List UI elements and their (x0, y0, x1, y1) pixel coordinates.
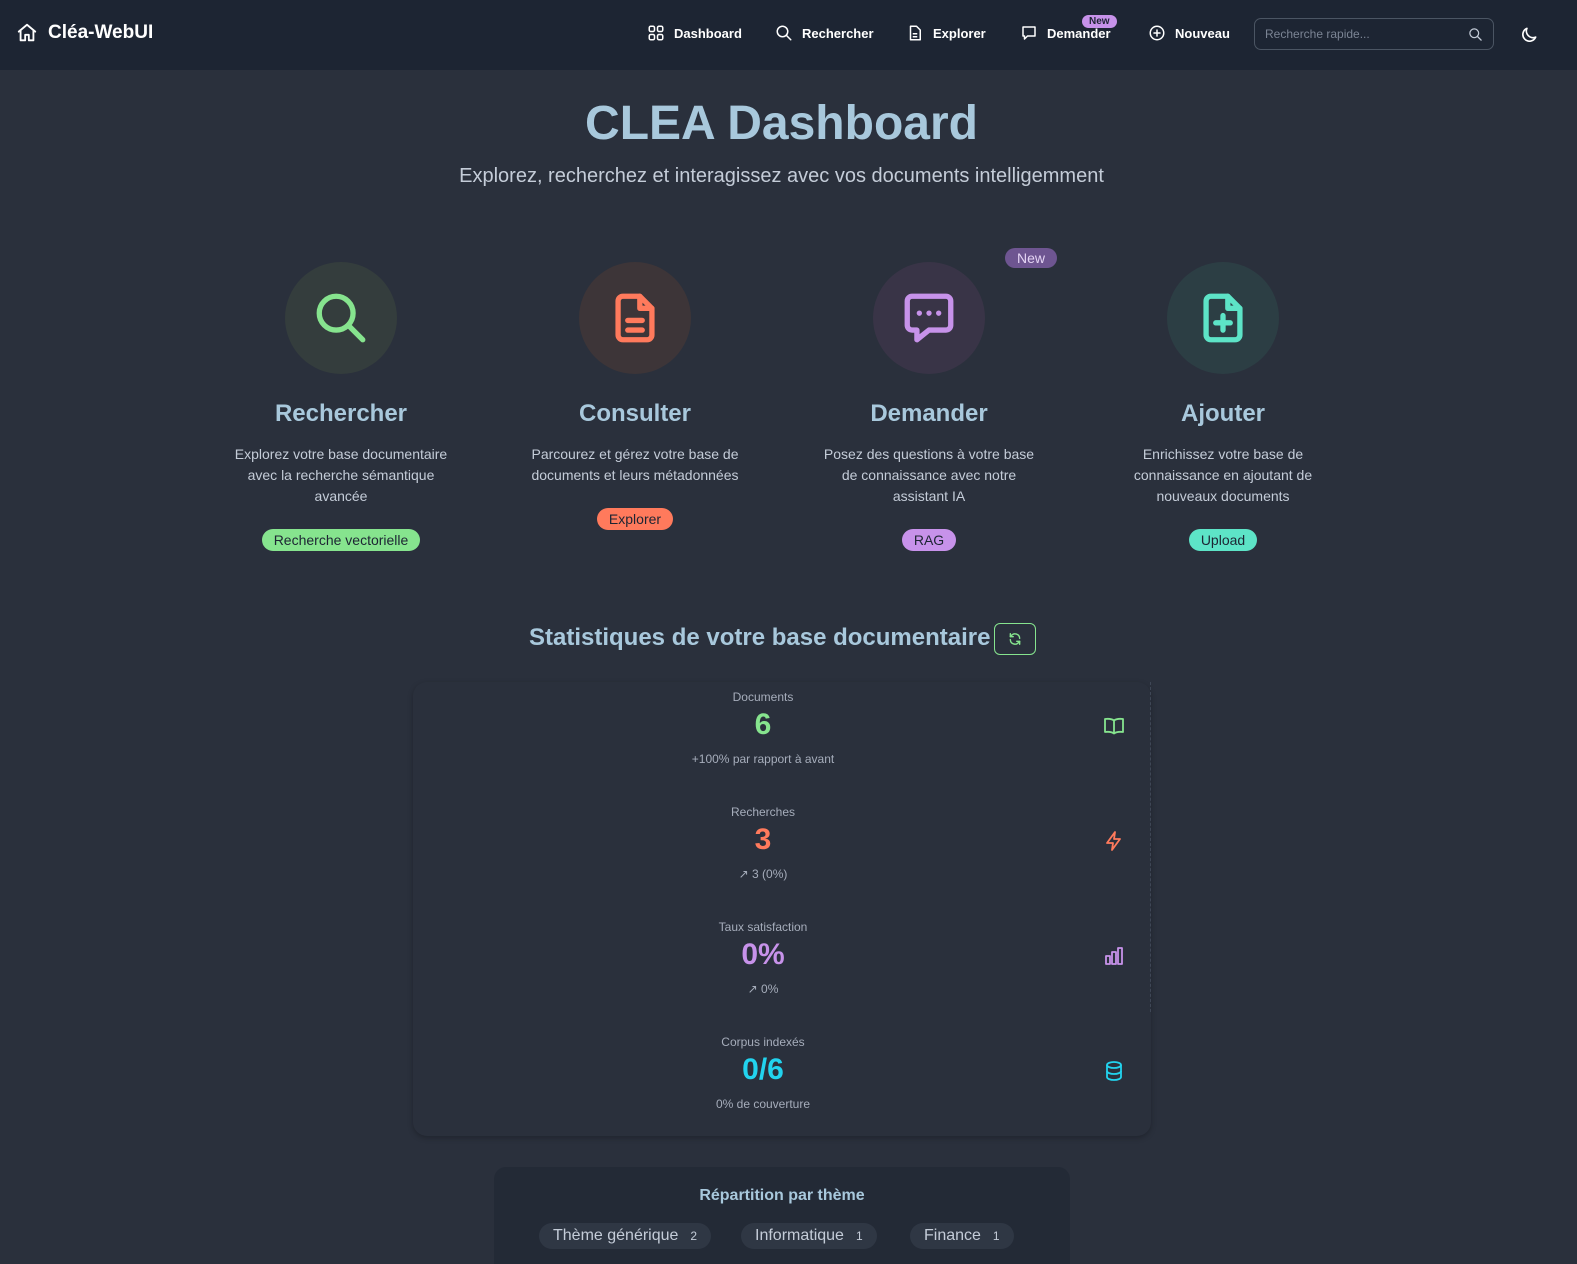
document-icon (909, 25, 921, 41)
plus-circle-icon (1149, 25, 1165, 41)
themes-panel: Répartition par thème Thème générique 2 … (494, 1167, 1070, 1264)
theme-chip[interactable]: Thème générique 2 (539, 1223, 712, 1249)
feature-icon-circle (579, 262, 691, 374)
stat-desc: ↗ 3 (0%) (738, 867, 788, 881)
feature-description: Posez des questions à votre base de conn… (823, 446, 1035, 504)
stat-value: 0/6 (742, 1053, 784, 1086)
stat-recherches: Recherches 3 ↗ 3 (0%) (413, 797, 1151, 913)
nav-dashboard-label: Dashboard (674, 25, 742, 41)
feature-badge-explorer[interactable]: Explorer (596, 508, 674, 530)
stat-desc: +100% par rapport à avant (691, 752, 835, 766)
page-title: CLEA Dashboard (585, 97, 978, 150)
search-icon (316, 293, 366, 343)
quick-search (1254, 18, 1494, 50)
stat-taux-satisfaction: Taux satisfaction 0% ↗ 0% (413, 912, 1151, 1028)
document-icon (615, 293, 655, 343)
feature-description: Enrichissez votre base de connaissance e… (1133, 446, 1313, 504)
stats-panel: Documents 6 +100% par rapport à avant Re… (413, 682, 1151, 1136)
feature-card-consulter[interactable]: Consulter Parcourez et gérez votre base … (515, 262, 755, 530)
feature-title: Consulter (578, 400, 691, 427)
brand-link[interactable]: Cléa-WebUI (16, 22, 153, 44)
feature-card-demander[interactable]: Demander Posez des questions à votre bas… (809, 262, 1049, 551)
theme-count: 1 (855, 1229, 863, 1243)
feature-icon-circle (873, 262, 985, 374)
feature-icon-circle (285, 262, 397, 374)
book-icon (1104, 717, 1124, 735)
feature-card-ajouter[interactable]: Ajouter Enrichissez votre base de connai… (1103, 262, 1343, 551)
stat-value: 3 (754, 823, 772, 856)
feature-badge-rag[interactable]: RAG (901, 529, 957, 551)
moon-icon[interactable] (1519, 25, 1539, 45)
quick-search-input[interactable] (1265, 27, 1468, 41)
stats-title: Statistiques de votre base documentaire (529, 624, 991, 651)
page-subtitle: Explorez, recherchez et interagissez ave… (459, 165, 1104, 187)
feature-badge-upload[interactable]: Upload (1188, 529, 1258, 551)
stat-corpus-indexes: Corpus indexés 0/6 0% de couverture (413, 1027, 1151, 1143)
stat-value: 6 (754, 708, 772, 741)
grid-icon (648, 25, 664, 41)
stat-value: 0% (741, 938, 785, 971)
brand-name: Cléa-WebUI (48, 22, 154, 43)
search-icon[interactable] (1468, 27, 1483, 42)
nav-demander[interactable]: Demander New (1020, 15, 1117, 42)
nav-explorer[interactable]: Explorer (906, 24, 986, 42)
theme-chip[interactable]: Informatique 1 (741, 1223, 877, 1249)
feature-card-rechercher[interactable]: Rechercher Explorez votre base documenta… (221, 262, 461, 551)
theme-count: 1 (992, 1229, 1000, 1243)
nav-nouveau[interactable]: Nouveau (1148, 24, 1230, 42)
home-icon (17, 23, 37, 42)
nav-nouveau-label: Nouveau (1175, 25, 1230, 41)
nav-dashboard[interactable]: Dashboard (647, 24, 742, 42)
theme-name: Informatique (755, 1227, 844, 1244)
feature-description: Parcourez et gérez votre base de documen… (531, 446, 739, 483)
bar-chart-icon (1105, 947, 1123, 965)
stat-desc: ↗ 0% (747, 982, 779, 996)
stat-documents: Documents 6 +100% par rapport à avant (413, 682, 1151, 798)
stat-label: Corpus indexés (721, 1035, 805, 1049)
nav-new-badge: New (1082, 15, 1117, 28)
feature-title: Rechercher (274, 400, 408, 427)
feature-badge-recherche-vectorielle[interactable]: Recherche vectorielle (261, 529, 421, 551)
feature-title: Demander (870, 400, 988, 427)
stat-label: Taux satisfaction (718, 920, 808, 934)
nav-rechercher[interactable]: Rechercher (775, 24, 874, 42)
nav-explorer-label: Explorer (933, 25, 986, 41)
bolt-icon (1106, 831, 1121, 851)
feature-description: Explorez votre base documentaire avec la… (234, 446, 448, 504)
feature-icon-circle (1167, 262, 1279, 374)
new-badge: New (1005, 248, 1058, 268)
search-icon (776, 25, 792, 41)
database-icon (1106, 1061, 1122, 1081)
theme-name: Finance (924, 1227, 981, 1244)
navbar: Cléa-WebUI Dashboard Rechercher Explorer… (0, 0, 1577, 70)
theme-count: 2 (690, 1229, 698, 1243)
file-plus-icon (1203, 293, 1243, 343)
refresh-icon (1009, 633, 1021, 645)
refresh-button[interactable] (994, 623, 1036, 655)
stat-label: Documents (732, 690, 794, 704)
chat-icon (904, 293, 954, 343)
themes-title: Répartition par thème (699, 1187, 865, 1204)
chat-icon (1022, 26, 1036, 40)
stat-desc: 0% de couverture (715, 1097, 811, 1111)
theme-chip[interactable]: Finance 1 (910, 1223, 1014, 1249)
feature-title: Ajouter (1181, 400, 1265, 427)
stat-label: Recherches (730, 805, 796, 819)
nav-rechercher-label: Rechercher (802, 25, 874, 41)
theme-name: Thème générique (553, 1227, 679, 1244)
